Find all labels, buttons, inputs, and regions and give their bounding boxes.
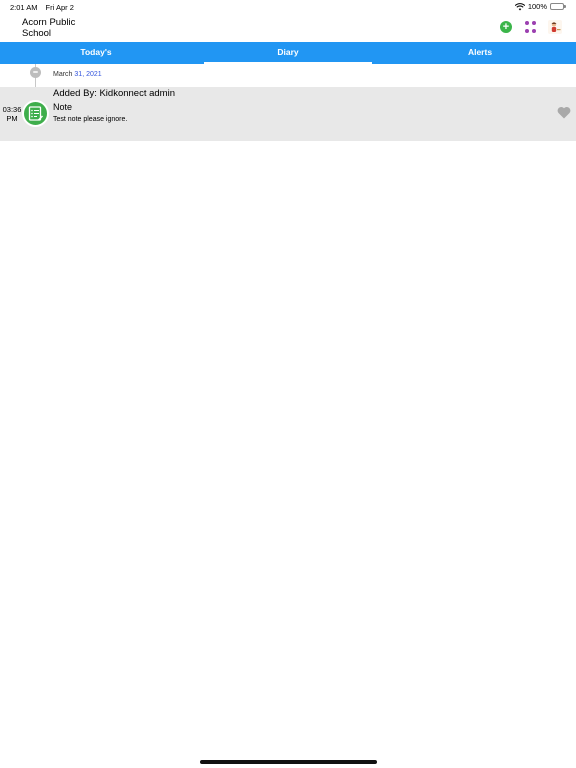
add-circle-icon[interactable]: + xyxy=(500,21,512,33)
tab-todays[interactable]: Today's xyxy=(0,42,192,64)
grid-dots-icon[interactable] xyxy=(524,21,536,33)
battery-percent: 100% xyxy=(527,2,547,11)
app-header: Acorn Public School + xyxy=(0,14,576,42)
date-month: March xyxy=(53,71,73,78)
header-actions: + xyxy=(500,20,562,34)
entry-added-by: Added By: Kidkonnect admin xyxy=(53,88,175,99)
heart-icon[interactable] xyxy=(557,106,571,119)
entry-body: Test note please ignore. xyxy=(53,116,128,123)
status-bar: 2:01 AM Fri Apr 2 100% xyxy=(0,0,576,14)
date-day-year: 31, 2021 xyxy=(74,71,102,78)
avatar-icon xyxy=(551,22,561,32)
status-date: Fri Apr 2 xyxy=(45,3,74,12)
tab-alerts[interactable]: Alerts xyxy=(384,42,576,64)
tab-diary[interactable]: Diary xyxy=(192,42,384,64)
status-right: 100% xyxy=(514,2,566,11)
date-node-icon xyxy=(30,67,41,78)
entry-time-hour: 03:36 xyxy=(2,105,22,114)
date-label: March 31, 2021 xyxy=(53,71,102,78)
status-left: 2:01 AM Fri Apr 2 xyxy=(10,3,74,12)
entry-title: Note xyxy=(53,102,73,112)
entry-time-ampm: PM xyxy=(6,114,18,123)
entry-time: 03:36 PM xyxy=(1,105,23,123)
tab-bar: Today's Diary Alerts xyxy=(0,42,576,64)
status-time: 2:01 AM xyxy=(10,3,38,12)
home-indicator xyxy=(200,760,377,764)
avatar[interactable] xyxy=(548,20,562,34)
school-name: Acorn Public School xyxy=(22,17,76,39)
wifi-icon xyxy=(514,2,525,10)
diary-entry[interactable]: 03:36 PM Added By: Kidkonnect admin Note… xyxy=(0,87,576,141)
note-icon xyxy=(22,100,49,127)
battery-icon xyxy=(550,3,566,10)
